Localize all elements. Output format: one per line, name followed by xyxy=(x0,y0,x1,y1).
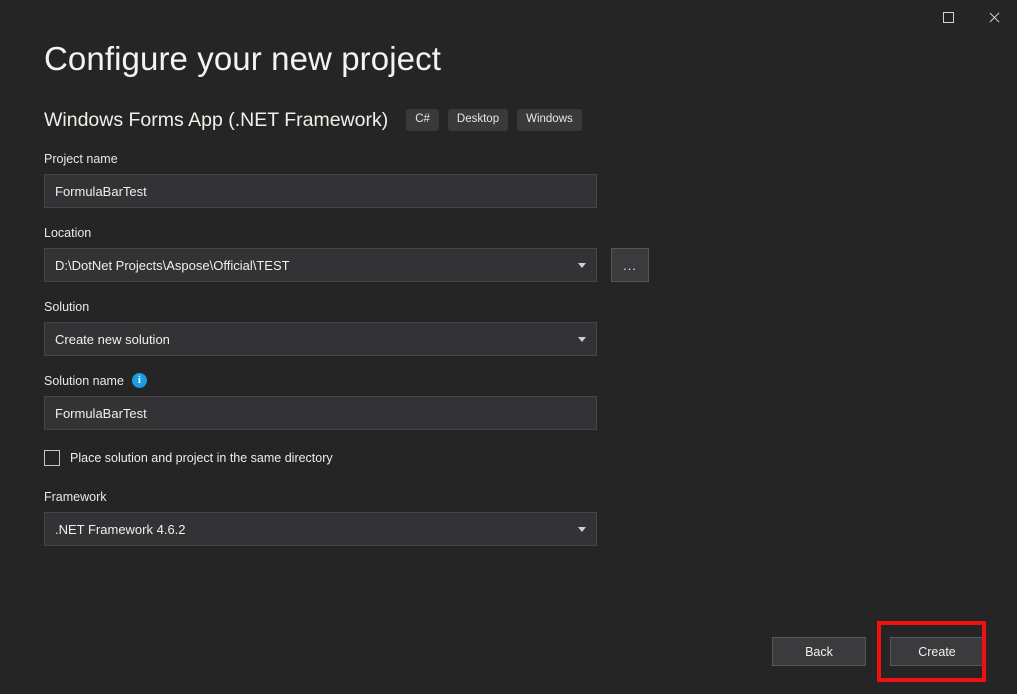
back-button[interactable]: Back xyxy=(772,637,866,666)
solution-name-label: Solution name i xyxy=(44,372,664,389)
template-name: Windows Forms App (.NET Framework) xyxy=(44,108,389,131)
same-directory-label: Place solution and project in the same d… xyxy=(70,451,333,465)
framework-group: Framework .NET Framework 4.6.2 xyxy=(44,488,664,546)
project-name-input[interactable]: FormulaBarTest xyxy=(44,174,597,208)
framework-value: .NET Framework 4.6.2 xyxy=(55,521,186,537)
framework-label: Framework xyxy=(44,489,107,504)
same-directory-checkbox[interactable] xyxy=(44,450,60,466)
chevron-down-icon xyxy=(578,527,586,532)
project-name-label: Project name xyxy=(44,151,118,166)
tag-os: Windows xyxy=(517,108,582,132)
close-icon xyxy=(988,11,1001,24)
solution-group: Solution Create new solution xyxy=(44,298,664,356)
solution-name-label-text: Solution name xyxy=(44,373,124,388)
tag-language: C# xyxy=(406,108,439,132)
maximize-button[interactable] xyxy=(925,0,971,34)
template-tags: C# Desktop Windows xyxy=(406,108,582,132)
solution-name-value: FormulaBarTest xyxy=(55,405,147,421)
project-name-group: Project name FormulaBarTest xyxy=(44,150,664,208)
location-label: Location xyxy=(44,225,92,240)
solution-value: Create new solution xyxy=(55,331,170,347)
project-name-value: FormulaBarTest xyxy=(55,183,147,199)
browse-location-button[interactable]: ... xyxy=(611,248,649,282)
solution-name-input[interactable]: FormulaBarTest xyxy=(44,396,597,430)
maximize-icon xyxy=(942,11,954,23)
solution-name-group: Solution name i FormulaBarTest xyxy=(44,372,664,430)
location-value: D:\DotNet Projects\Aspose\Official\TEST xyxy=(55,257,290,273)
close-button[interactable] xyxy=(971,0,1017,34)
title-bar xyxy=(0,0,1017,34)
same-directory-checkbox-row[interactable]: Place solution and project in the same d… xyxy=(44,450,664,466)
project-config-form: Project name FormulaBarTest Location D:\… xyxy=(44,150,664,562)
location-combobox[interactable]: D:\DotNet Projects\Aspose\Official\TEST xyxy=(44,248,597,282)
chevron-down-icon xyxy=(578,337,586,342)
solution-label: Solution xyxy=(44,299,90,314)
page-title: Configure your new project xyxy=(44,40,441,77)
framework-combobox[interactable]: .NET Framework 4.6.2 xyxy=(44,512,597,546)
template-summary: Windows Forms App (.NET Framework) C# De… xyxy=(44,107,582,133)
location-row: D:\DotNet Projects\Aspose\Official\TEST … xyxy=(44,248,664,282)
info-icon[interactable]: i xyxy=(131,373,147,388)
tag-platform: Desktop xyxy=(447,108,509,132)
location-group: Location D:\DotNet Projects\Aspose\Offic… xyxy=(44,224,664,282)
solution-combobox[interactable]: Create new solution xyxy=(44,322,597,356)
dialog-footer: Back Create xyxy=(772,637,984,666)
chevron-down-icon xyxy=(578,263,586,268)
create-button[interactable]: Create xyxy=(890,637,984,666)
